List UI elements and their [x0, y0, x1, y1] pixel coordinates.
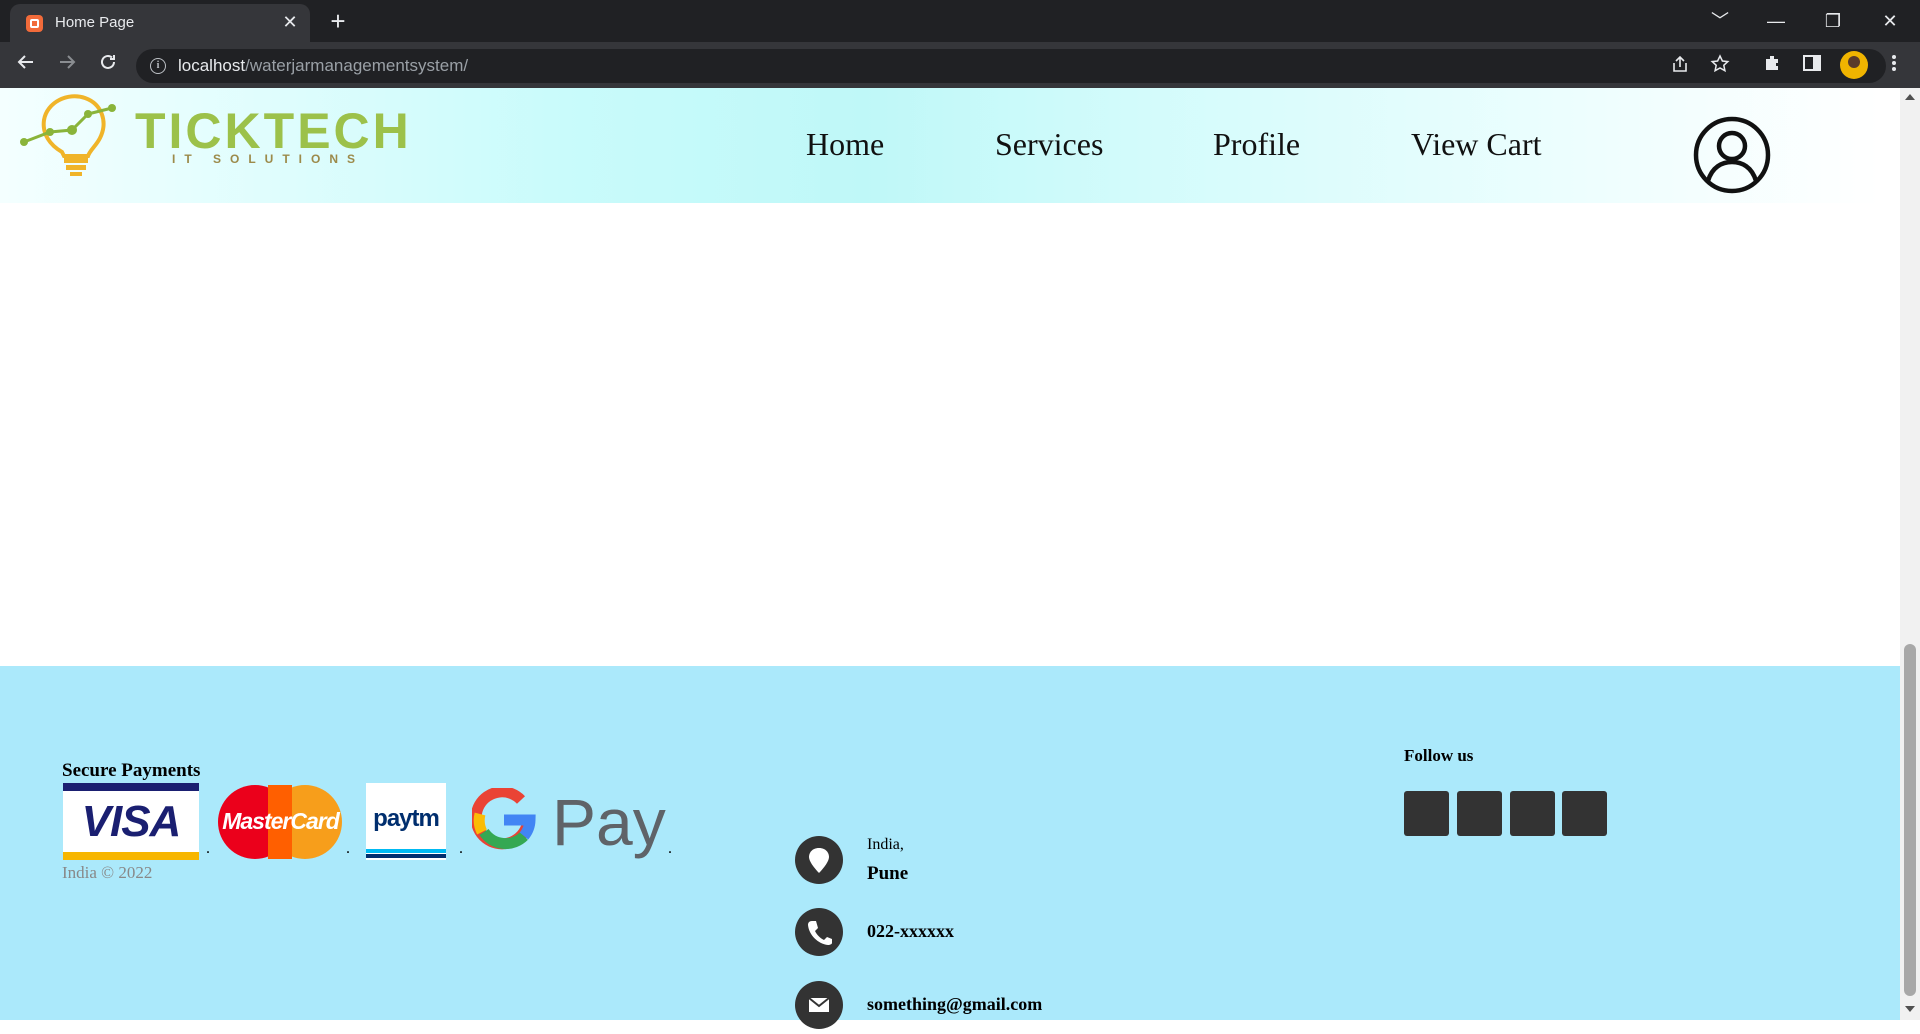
profile-avatar[interactable] [1840, 51, 1868, 79]
follow-us-title: Follow us [1404, 746, 1474, 765]
scroll-down-arrow-icon[interactable] [1905, 1006, 1915, 1012]
plus-icon[interactable]: + [325, 8, 351, 34]
share-icon[interactable] [1668, 54, 1692, 78]
nav-services[interactable]: Services [995, 126, 1103, 163]
browser-toolbar: i localhost/waterjarmanagementsystem/ [0, 42, 1920, 88]
page-scrollbar[interactable] [1900, 88, 1920, 1020]
browser-tab[interactable]: Home Page ✕ [10, 4, 310, 42]
back-icon[interactable] [12, 51, 40, 79]
payment-separator: . [206, 840, 210, 857]
contact-country: India, [867, 836, 904, 853]
location-icon [795, 836, 843, 884]
user-icon[interactable] [1692, 115, 1772, 195]
browser-tab-strip: Home Page ✕ + ﹀ — ❐ ✕ [0, 0, 1920, 42]
social-link-1[interactable] [1404, 791, 1449, 836]
social-link-2[interactable] [1457, 791, 1502, 836]
secure-payments-title: Secure Payments [62, 760, 201, 781]
contact-phone[interactable]: 022-xxxxxx [867, 921, 954, 942]
forward-icon[interactable] [53, 51, 81, 79]
menu-icon[interactable] [1882, 53, 1906, 77]
minimize-icon[interactable]: — [1756, 6, 1796, 36]
xampp-favicon-icon [26, 15, 43, 32]
payment-separator: . [346, 840, 350, 857]
logo-subtext: IT SOLUTIONS [172, 152, 364, 166]
paytm-logo: paytm [366, 783, 446, 860]
reload-icon[interactable] [94, 51, 122, 79]
contact-email[interactable]: something@gmail.com [867, 994, 1042, 1015]
scroll-up-arrow-icon[interactable] [1905, 94, 1915, 100]
tab-search-icon[interactable]: ﹀ [1700, 6, 1740, 36]
mail-icon [795, 981, 843, 1029]
visa-logo: VISA [63, 783, 199, 860]
star-icon[interactable] [1708, 54, 1732, 78]
social-link-3[interactable] [1510, 791, 1555, 836]
scroll-thumb[interactable] [1904, 644, 1916, 996]
payment-separator: . [459, 840, 463, 857]
address-bar[interactable]: i localhost/waterjarmanagementsystem/ [136, 49, 1886, 83]
page-content: TICKTECH IT SOLUTIONS Home Services Prof… [0, 88, 1900, 1029]
nav-profile[interactable]: Profile [1213, 126, 1300, 163]
nav-view-cart[interactable]: View Cart [1411, 126, 1541, 163]
tab-title: Home Page [55, 14, 135, 31]
copyright-text: India © 2022 [62, 863, 153, 882]
sidebar-icon[interactable] [1800, 53, 1824, 77]
info-icon[interactable]: i [150, 58, 166, 74]
restore-icon[interactable]: ❐ [1813, 6, 1853, 36]
nav-home[interactable]: Home [806, 126, 884, 163]
window-close-icon[interactable]: ✕ [1870, 6, 1910, 36]
site-logo[interactable]: TICKTECH IT SOLUTIONS [20, 90, 420, 185]
lightbulb-logo-icon [20, 94, 116, 176]
phone-icon [795, 908, 843, 956]
close-icon[interactable]: ✕ [280, 12, 300, 32]
contact-city: Pune [867, 863, 909, 884]
url-text: localhost/waterjarmanagementsystem/ [178, 56, 469, 75]
social-link-4[interactable] [1562, 791, 1607, 836]
google-g-icon [472, 788, 536, 850]
extensions-icon[interactable] [1760, 53, 1784, 77]
payment-separator: . [668, 840, 672, 857]
gpay-logo: Pay [470, 780, 670, 860]
mastercard-logo: MasterCard [218, 783, 343, 860]
site-header: TICKTECH IT SOLUTIONS Home Services Prof… [0, 88, 1880, 203]
site-footer: Secure Payments VISA . MasterCard . payt… [0, 666, 1900, 1029]
